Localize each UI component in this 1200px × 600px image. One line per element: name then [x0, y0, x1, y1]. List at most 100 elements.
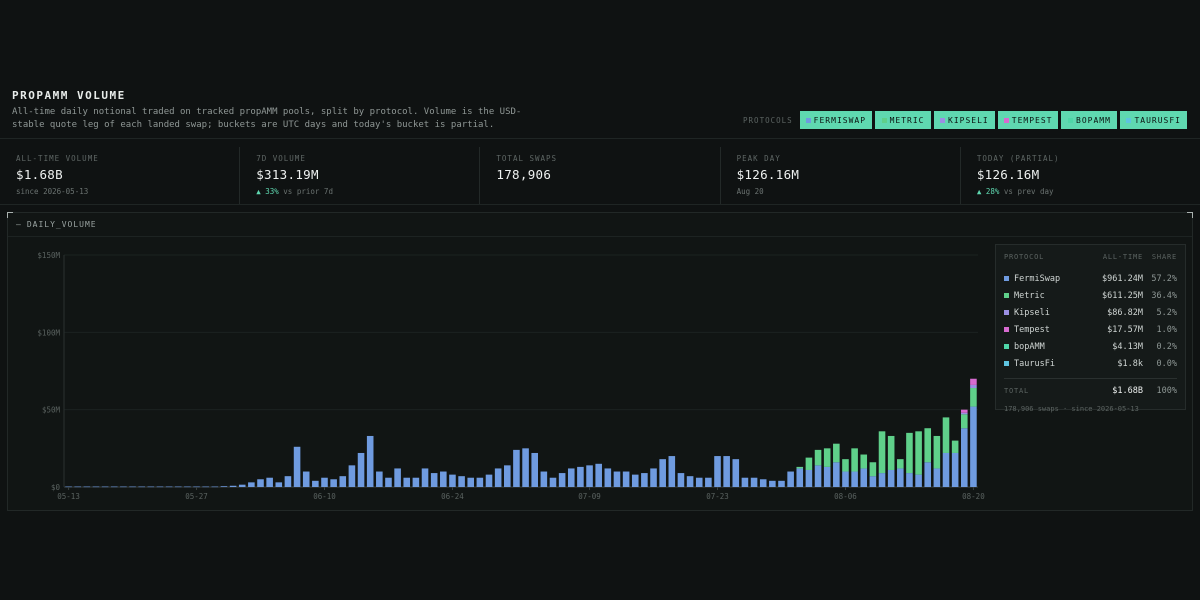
swatch-icon [1126, 117, 1132, 123]
protocol-chip-taurusfi[interactable]: TAURUSFI [1120, 111, 1187, 129]
legend-row-bopamm[interactable]: bopAMM $4.13M 0.2% [1004, 338, 1177, 355]
bar-segment-fermiswap [421, 468, 429, 487]
panel-header[interactable]: – DAILY_VOLUME [8, 213, 1192, 237]
stat-all-time-volume: ALL-TIME VOLUME $1.68B since 2026-05-13 [0, 147, 241, 204]
bar-segment-metric [924, 428, 932, 463]
bar-segment-metric [960, 414, 968, 429]
bar-segment-fermiswap [814, 465, 822, 487]
bar-segment-fermiswap [897, 468, 904, 487]
x-tick-label: 08-20 [962, 492, 985, 501]
chip-label: BOPAMM [1076, 115, 1111, 125]
bar-segment-tempest [970, 378, 977, 385]
stat-sub-text: vs prev day [999, 187, 1054, 196]
legend-value: $17.57M [1107, 324, 1143, 335]
bar-segment-fermiswap [586, 465, 593, 487]
bar-segment-fermiswap [476, 477, 484, 487]
legend-name: FermiSwap [1014, 273, 1061, 284]
legend-share: 0.2% [1156, 341, 1177, 352]
bar-segment-fermiswap [138, 486, 145, 488]
bar-segment-fermiswap [787, 471, 794, 487]
bar-segment-fermiswap [449, 474, 456, 487]
bar-segment-fermiswap [915, 474, 922, 487]
chip-label: METRIC [889, 115, 925, 125]
stat-label: ALL-TIME VOLUME [16, 154, 99, 163]
legend-share: 1.0% [1156, 324, 1177, 335]
bar-segment-fermiswap [330, 479, 337, 487]
bar-segment-fermiswap [284, 476, 292, 487]
swatch-icon [1004, 276, 1009, 281]
bar-segment-fermiswap [339, 476, 347, 487]
bar-segment-fermiswap [494, 468, 502, 487]
bar-segment-fermiswap [741, 477, 749, 487]
legend-row-kipseli[interactable]: Kipseli $86.82M 5.2% [1004, 304, 1177, 321]
bar-segment-fermiswap [266, 477, 273, 487]
swatch-icon [1004, 327, 1009, 332]
legend-row-metric[interactable]: Metric $611.25M 36.4% [1004, 287, 1177, 304]
bar-segment-fermiswap [714, 456, 721, 487]
stat-sub: Aug 20 [736, 187, 764, 196]
stat-label: PEAK DAY [736, 154, 781, 163]
bar-segment-fermiswap [595, 463, 602, 487]
bar-segment-fermiswap [238, 484, 246, 487]
stat-value: $126.16M [976, 167, 1040, 182]
bar-segment-fermiswap [613, 471, 621, 487]
bar-segment-metric [796, 466, 804, 469]
legend-share: 57.2% [1151, 273, 1177, 284]
legend-row-fermiswap[interactable]: FermiSwap $961.24M 57.2% [1004, 270, 1177, 287]
bar-segment-metric [906, 432, 913, 474]
protocol-filter: PROTOCOLS FERMISWAP METRIC KIPSELI TEMPE… [743, 111, 1187, 129]
bar-segment-fermiswap [321, 477, 328, 487]
y-tick-label: $50M [42, 406, 61, 415]
swatch-icon [1003, 117, 1009, 123]
bar-segment-fermiswap [156, 486, 164, 488]
legend-row-tempest[interactable]: Tempest $17.57M 1.0% [1004, 321, 1177, 338]
bar-segment-metric [970, 388, 977, 407]
stat-label: TODAY (PARTIAL) [976, 154, 1060, 163]
chip-label: KIPSELI [948, 115, 989, 125]
bar-segment-fermiswap [120, 486, 127, 488]
bar-segment-fermiswap [531, 452, 539, 487]
bar-segment-fermiswap [184, 486, 191, 488]
bar-segment-fermiswap [823, 466, 831, 487]
x-tick-label: 08-06 [834, 492, 857, 501]
protocol-chip-tempest[interactable]: TEMPEST [997, 111, 1059, 129]
bar-segment-metric [860, 454, 868, 469]
bar-segment-fermiswap [650, 468, 657, 487]
collapse-icon[interactable]: – [16, 220, 22, 229]
bar-segment-metric [878, 431, 886, 474]
stat-sub: since 2026-05-13 [16, 187, 89, 196]
legend-total-value: $1.68B [1112, 386, 1143, 396]
protocol-chip-kipseli[interactable]: KIPSELI [934, 111, 995, 129]
protocol-chip-bopamm[interactable]: BOPAMM [1061, 111, 1118, 129]
bar-segment-kipseli [960, 412, 968, 415]
legend-row-taurusfi[interactable]: TaurusFi $1.8k 0.0% [1004, 355, 1177, 372]
divider [0, 138, 1200, 139]
bar-segment-fermiswap [348, 465, 356, 487]
bar-segment-fermiswap [430, 473, 438, 487]
legend-name: bopAMM [1014, 341, 1045, 352]
legend-share: 0.0% [1156, 358, 1177, 369]
bar-segment-fermiswap [485, 474, 493, 487]
panel-title: DAILY_VOLUME [26, 220, 97, 229]
legend-share: 5.2% [1156, 307, 1177, 318]
swatch-icon [805, 117, 811, 123]
bar-segment-fermiswap [778, 480, 785, 487]
legend-total-label: TOTAL [1004, 387, 1030, 395]
protocol-chip-metric[interactable]: METRIC [875, 111, 932, 129]
legend-header-protocol: PROTOCOL [1004, 253, 1045, 261]
protocol-chip-fermiswap[interactable]: FERMISWAP [799, 111, 873, 129]
bar-segment-metric [869, 462, 877, 477]
legend-value: $4.13M [1112, 341, 1143, 352]
legend-total-row: TOTAL $1.68B 100% [1004, 384, 1177, 398]
legend-value: $1.8k [1117, 358, 1143, 369]
x-tick-label: 05-27 [185, 492, 208, 501]
bar-segment-fermiswap [906, 473, 913, 487]
legend-footnote: 178,906 swaps · since 2026-05-13 [1004, 405, 1139, 413]
stat-sub-text: vs prior 7d [278, 187, 333, 196]
stats-row: ALL-TIME VOLUME $1.68B since 2026-05-13 … [0, 147, 1200, 204]
bar-segment-fermiswap [293, 446, 301, 487]
x-tick-label: 06-24 [441, 492, 464, 501]
swatch-icon [1068, 117, 1074, 123]
legend-name: Kipseli [1014, 307, 1050, 318]
bar-segment-fermiswap [960, 428, 968, 487]
